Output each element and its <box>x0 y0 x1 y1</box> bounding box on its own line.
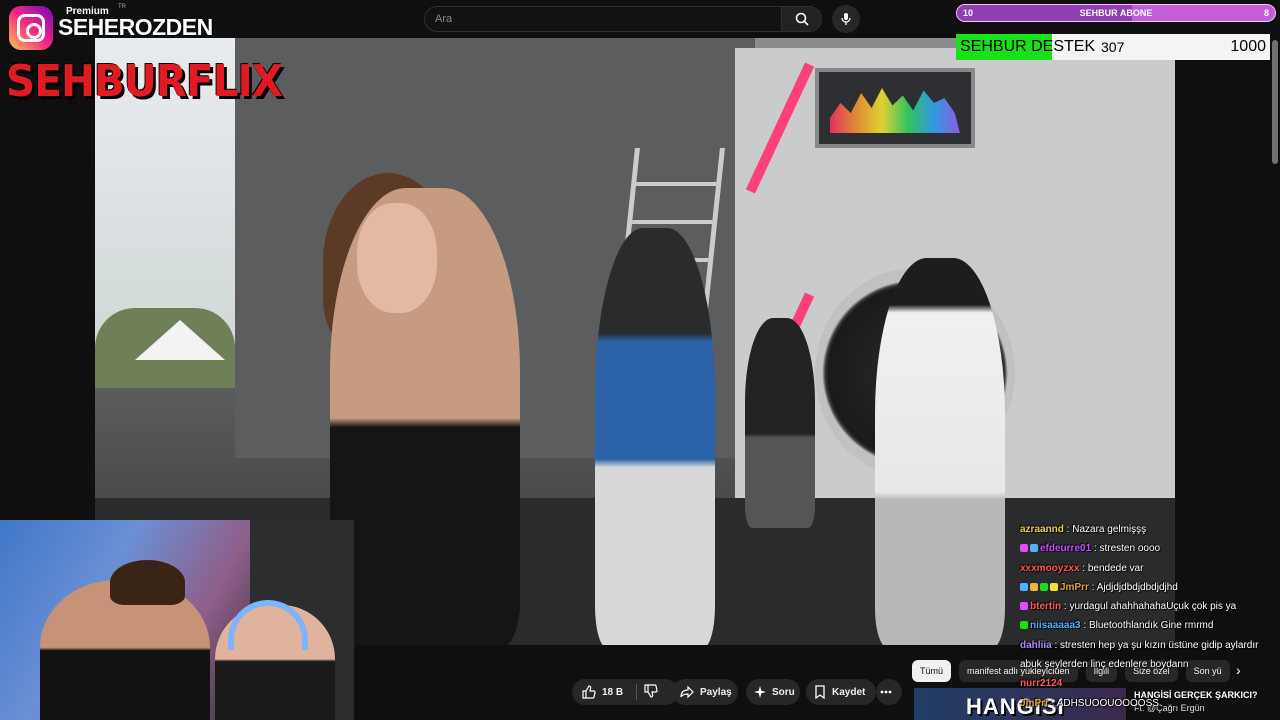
chat-badge-icon <box>1040 582 1048 591</box>
chat-badge-icon <box>1020 602 1028 611</box>
like-divider <box>636 684 637 700</box>
chat-text: : stresten oooo <box>1091 543 1161 555</box>
chat-badge-icon <box>1020 582 1028 591</box>
video-person-right <box>875 258 1005 645</box>
voice-search-button[interactable] <box>832 5 860 33</box>
chat-text: : Ajdjdjdbdjdbdjdjhd <box>1088 581 1178 593</box>
chat-username: btertin <box>1030 601 1062 613</box>
thumbs-up-icon <box>582 685 596 699</box>
save-button[interactable]: Kaydet <box>806 679 876 705</box>
chat-username: JmPrr <box>1020 697 1049 709</box>
share-label: Paylaş <box>700 686 732 698</box>
donation-goal-bar: SEHBUR DESTEK 307 1000 <box>956 34 1270 60</box>
share-button[interactable]: Paylaş <box>672 679 738 705</box>
chat-username: efdeurre01 <box>1040 543 1092 555</box>
subscriber-goal-label: SEHBUR ABONE <box>1079 8 1153 18</box>
webcam-streamer-hair <box>110 560 185 605</box>
instagram-handle: SEHEROZDEN <box>58 14 213 40</box>
donation-goal-current: 307 <box>1101 39 1125 55</box>
bookmark-icon <box>815 685 825 699</box>
video-person-background <box>745 318 815 528</box>
page-scrollbar[interactable] <box>1272 40 1278 164</box>
chat-badge-icon <box>1020 621 1028 630</box>
video-tent <box>135 320 225 360</box>
chat-badge-icon <box>1020 544 1028 553</box>
chat-text: : stresten hep ya şu kızın üstüne gidip … <box>1051 639 1259 651</box>
chat-text: : Bluetoothlandık Gine rmrmd <box>1080 620 1214 632</box>
chat-text: : Nazara gelmişşş <box>1063 524 1147 535</box>
chat-message: efdeurre01 : stresten oooo <box>1020 539 1280 558</box>
webcam-overlay <box>0 520 354 720</box>
video-person-front-face <box>357 203 437 313</box>
chat-username: dahliia <box>1020 639 1052 651</box>
share-icon <box>680 685 694 699</box>
chat-badge-icon <box>1030 582 1038 591</box>
chat-message: btertin : yurdagul ahahhahahaUçuk çok pi… <box>1020 597 1280 616</box>
ask-label: Soru <box>772 686 795 698</box>
chat-message: abuk şeylerden linç edenlere boydann <box>1020 655 1280 674</box>
stream-chat-overlay: azraannd : Nazara gelmişşş efdeurre01 : s… <box>1020 520 1280 713</box>
ask-button[interactable]: Soru <box>746 679 800 705</box>
chat-username: nurr2124 <box>1020 678 1063 690</box>
search-placeholder: Ara <box>435 13 453 25</box>
sparkle-icon <box>754 686 766 698</box>
chat-username: JmPrr <box>1060 581 1089 593</box>
like-count: 18 B <box>602 686 624 698</box>
chat-badge-icon <box>1030 544 1038 553</box>
chat-message: JmPrr : Ajdjdjdbdjdbdjdjhd <box>1020 578 1280 597</box>
subscriber-goal-bar: 10 SEHBUR ABONE 8 <box>956 4 1276 22</box>
more-actions-button[interactable] <box>876 679 902 705</box>
donation-goal-target: 1000 <box>1230 38 1266 55</box>
instagram-icon <box>9 6 53 50</box>
search-icon <box>795 12 809 26</box>
chat-text: : bendede var <box>1079 562 1144 574</box>
chat-message: dahliia : stresten hep ya şu kızın üstün… <box>1020 636 1280 655</box>
chat-username: niisaaaaa3 <box>1030 620 1081 632</box>
chip-all[interactable]: Tümü <box>912 660 952 682</box>
chat-text: abuk şeylerden linç edenlere boydann <box>1020 659 1189 671</box>
chat-message: JmPrr : ADHSUOOUOOOOSS <box>1020 694 1280 713</box>
chat-message: xxxmooyzxx : bendede var <box>1020 559 1280 578</box>
thumbs-down-icon[interactable] <box>644 684 658 698</box>
search-button[interactable] <box>782 6 822 32</box>
subscriber-goal-right: 8 <box>1263 8 1269 18</box>
chat-username: xxxmooyzxx <box>1020 562 1080 574</box>
stream-brand-title: SEHBURFLIX <box>6 56 283 107</box>
region-label: TR <box>118 4 126 10</box>
more-horizontal-icon <box>880 690 892 694</box>
chat-text: : ADHSUOOUOOOOSS <box>1048 697 1159 709</box>
chat-message: nurr2124 <box>1020 674 1280 693</box>
chat-username: azraannd <box>1020 524 1064 535</box>
donation-goal-label: SEHBUR DESTEK <box>960 38 1096 55</box>
chat-badge-icon <box>1050 582 1058 591</box>
like-button[interactable]: 18 B <box>572 679 678 705</box>
chat-message: azraannd : Nazara gelmişşş <box>1020 520 1280 539</box>
search-input[interactable]: Ara <box>424 6 782 32</box>
chat-text: : yurdagul ahahhahahaUçuk çok pis ya <box>1061 601 1237 613</box>
save-label: Kaydet <box>832 686 866 698</box>
chat-message: niisaaaaa3 : Bluetoothlandık Gine rmrmd <box>1020 616 1280 635</box>
microphone-icon <box>841 13 851 25</box>
video-person-middle <box>595 228 715 645</box>
